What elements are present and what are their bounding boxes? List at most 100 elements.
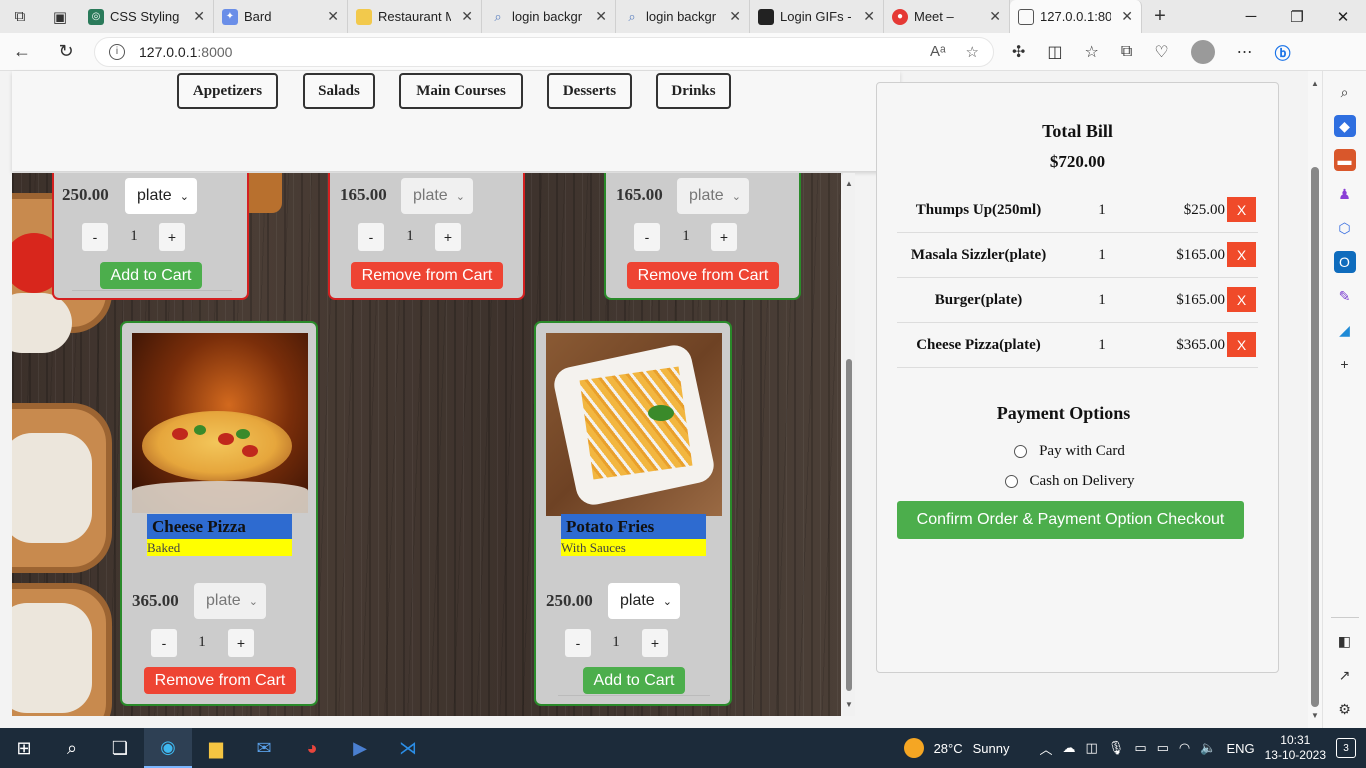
- bing-copilot-icon[interactable]: ⓑ: [1275, 40, 1291, 64]
- split-screen-icon[interactable]: ◫: [1047, 42, 1062, 62]
- menu-scrollbar[interactable]: ▲ ▼: [843, 173, 855, 716]
- language-indicator[interactable]: ENG: [1226, 741, 1254, 756]
- drop-icon[interactable]: ◢: [1334, 319, 1356, 341]
- windows-start-icon[interactable]: ⊞: [0, 728, 48, 768]
- increase-qty-button[interactable]: +: [711, 223, 737, 251]
- search-icon[interactable]: ⌕: [1334, 81, 1356, 103]
- open-external-icon[interactable]: ↗: [1334, 664, 1356, 686]
- workspaces-icon[interactable]: ⧉: [0, 0, 40, 33]
- scroll-up-icon[interactable]: ▲: [1308, 79, 1322, 88]
- increase-qty-button[interactable]: +: [435, 223, 461, 251]
- decrease-qty-button[interactable]: -: [82, 223, 108, 251]
- tab-restaurant[interactable]: Restaurant M ✕: [348, 0, 482, 33]
- close-tab-icon[interactable]: ✕: [193, 8, 205, 25]
- remove-from-cart-button[interactable]: Remove from Cart: [627, 262, 779, 289]
- close-tab-icon[interactable]: ✕: [729, 8, 741, 25]
- close-window-icon[interactable]: ✕: [1320, 8, 1366, 26]
- cloud-icon[interactable]: ☁: [1063, 740, 1076, 756]
- unit-select[interactable]: plate ⌄: [194, 583, 266, 619]
- increase-qty-button[interactable]: +: [228, 629, 254, 657]
- mail-icon[interactable]: ✉: [240, 728, 288, 768]
- remove-item-button[interactable]: X: [1227, 332, 1256, 357]
- unit-select[interactable]: plate ⌄: [677, 178, 749, 214]
- remove-from-cart-button[interactable]: Remove from Cart: [351, 262, 503, 289]
- payment-option-card[interactable]: Pay with Card: [869, 443, 1270, 460]
- notifications-icon[interactable]: 3: [1336, 738, 1356, 758]
- tab-css-styling[interactable]: ◎ CSS Styling f ✕: [80, 0, 214, 33]
- file-explorer-icon[interactable]: ▆: [192, 728, 240, 768]
- more-menu-icon[interactable]: ⋯: [1237, 42, 1253, 62]
- profile-avatar[interactable]: [1190, 39, 1215, 64]
- unit-select[interactable]: plate ⌄: [125, 178, 197, 214]
- scrollbar-thumb[interactable]: [1311, 167, 1319, 707]
- tab-login-bg-1[interactable]: ⌕ login backgr ✕: [482, 0, 616, 33]
- decrease-qty-button[interactable]: -: [634, 223, 660, 251]
- close-tab-icon[interactable]: ✕: [461, 8, 473, 25]
- games-icon[interactable]: ♟: [1334, 183, 1356, 205]
- scroll-up-icon[interactable]: ▲: [843, 179, 855, 188]
- task-view-icon[interactable]: ❏: [96, 728, 144, 768]
- add-to-cart-button[interactable]: Add to Cart: [583, 667, 685, 694]
- favorites-icon[interactable]: ☆: [1085, 42, 1099, 62]
- weather-sun-icon[interactable]: [903, 738, 924, 758]
- minimize-icon[interactable]: ─: [1228, 8, 1274, 26]
- scroll-down-icon[interactable]: ▼: [1308, 711, 1322, 720]
- category-desserts-button[interactable]: Desserts: [547, 73, 632, 109]
- camera-icon[interactable]: ◫: [1086, 740, 1098, 756]
- tab-localhost[interactable]: 127.0.0.1:800 ✕: [1010, 0, 1142, 33]
- close-tab-icon[interactable]: ✕: [989, 8, 1001, 25]
- remove-from-cart-button[interactable]: Remove from Cart: [144, 667, 296, 694]
- tools-briefcase-icon[interactable]: ▬: [1333, 149, 1356, 171]
- decrease-qty-button[interactable]: -: [565, 629, 591, 657]
- add-to-cart-button[interactable]: Add to Cart: [100, 262, 202, 289]
- vscode-icon[interactable]: ⋊: [384, 728, 432, 768]
- remove-item-button[interactable]: X: [1227, 242, 1256, 267]
- shopping-tag-icon[interactable]: ◆: [1333, 115, 1356, 137]
- scroll-down-icon[interactable]: ▼: [843, 700, 855, 709]
- decrease-qty-button[interactable]: -: [151, 629, 177, 657]
- powershell-icon[interactable]: ▶: [336, 728, 384, 768]
- edge-browser-icon[interactable]: ◉: [144, 728, 192, 768]
- weather-temp[interactable]: 28°C: [934, 741, 963, 756]
- remove-item-button[interactable]: X: [1227, 287, 1256, 312]
- search-icon[interactable]: ⌕: [48, 728, 96, 768]
- wifi-icon[interactable]: ◠: [1179, 740, 1190, 756]
- battery-icon[interactable]: ▭: [1157, 740, 1169, 756]
- chrome-icon[interactable]: ◕: [288, 728, 336, 768]
- page-scrollbar[interactable]: ▲ ▼: [1308, 71, 1322, 728]
- add-sidebar-app-icon[interactable]: +: [1334, 353, 1356, 375]
- clock[interactable]: 10:31 13-10-2023: [1265, 733, 1326, 763]
- close-tab-icon[interactable]: ✕: [327, 8, 339, 25]
- tab-bard[interactable]: ✦ Bard ✕: [214, 0, 348, 33]
- close-tab-icon[interactable]: ✕: [863, 8, 875, 25]
- increase-qty-button[interactable]: +: [159, 223, 185, 251]
- unit-select[interactable]: plate ⌄: [401, 178, 473, 214]
- radio-button[interactable]: [1014, 445, 1028, 458]
- category-salads-button[interactable]: Salads: [303, 73, 375, 109]
- tab-login-bg-2[interactable]: ⌕ login backgr ✕: [616, 0, 750, 33]
- microsoft365-icon[interactable]: ⬡: [1334, 217, 1356, 239]
- tab-actions-icon[interactable]: ▣: [40, 0, 80, 33]
- scrollbar-thumb[interactable]: [846, 359, 852, 691]
- url-field[interactable]: i 127.0.0.1:8000 A͏ᵃ ☆: [94, 36, 994, 67]
- read-aloud-icon[interactable]: A͏ᵃ: [930, 43, 946, 61]
- unit-select[interactable]: plate ⌄: [608, 583, 680, 619]
- sidebar-layout-icon[interactable]: ◧: [1334, 630, 1356, 652]
- collections-icon[interactable]: ⧉: [1121, 43, 1132, 61]
- favorite-star-icon[interactable]: ☆: [966, 43, 979, 61]
- increase-qty-button[interactable]: +: [642, 629, 668, 657]
- close-tab-icon[interactable]: ✕: [595, 8, 607, 25]
- performance-icon[interactable]: ♡: [1154, 42, 1168, 62]
- close-tab-icon[interactable]: ✕: [1121, 8, 1133, 25]
- settings-gear-icon[interactable]: ⚙: [1334, 698, 1356, 720]
- weather-text[interactable]: Sunny: [973, 741, 1010, 756]
- confirm-order-button[interactable]: Confirm Order & Payment Option Checkout: [897, 501, 1244, 539]
- restore-icon[interactable]: ❐: [1274, 8, 1320, 26]
- tab-meet[interactable]: ● Meet – ✕: [884, 0, 1010, 33]
- extensions-icon[interactable]: ✣: [1012, 42, 1025, 62]
- tab-login-gifs[interactable]: Login GIFs - ✕: [750, 0, 884, 33]
- designer-icon[interactable]: ✎: [1334, 285, 1356, 307]
- new-tab-icon[interactable]: +: [1142, 5, 1178, 28]
- radio-button[interactable]: [1004, 475, 1018, 488]
- microphone-icon[interactable]: 🎙: [1108, 740, 1125, 756]
